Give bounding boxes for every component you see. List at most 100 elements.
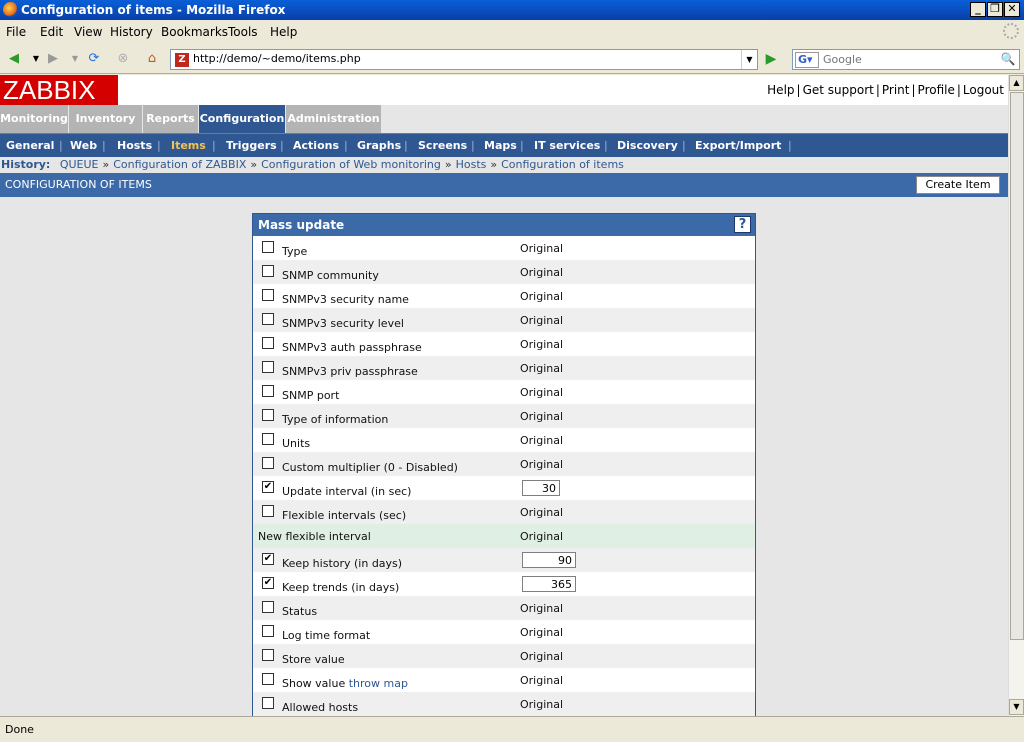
subnav-graphs[interactable]: Graphs	[357, 139, 401, 152]
vertical-scrollbar[interactable]: ▲ ▼	[1008, 75, 1024, 716]
row-checkbox[interactable]: ✔	[262, 481, 274, 493]
scroll-down-icon[interactable]: ▼	[1009, 699, 1024, 715]
row-label-text: Keep trends (in days)	[282, 581, 400, 594]
help-icon[interactable]: ?	[734, 216, 751, 233]
search-input[interactable]	[823, 53, 973, 66]
row-label: Status	[282, 605, 317, 618]
row-checkbox[interactable]	[262, 625, 274, 637]
subnav-items[interactable]: Items	[171, 139, 206, 152]
row-checkbox[interactable]	[262, 337, 274, 349]
row-checkbox[interactable]	[262, 313, 274, 325]
search-engine-icon[interactable]: G▾	[795, 52, 819, 68]
subnav-general[interactable]: General	[6, 139, 54, 152]
close-button[interactable]: ✕	[1004, 2, 1020, 17]
row-checkbox[interactable]	[262, 649, 274, 661]
row-value-input[interactable]	[522, 552, 576, 568]
menu-file[interactable]: File	[6, 25, 26, 39]
row-checkbox[interactable]	[262, 601, 274, 613]
subnav-triggers[interactable]: Triggers	[226, 139, 277, 152]
tab-administration[interactable]: Administration	[286, 105, 382, 133]
stop-icon[interactable]: ⊗	[114, 50, 132, 68]
row-label: SNMP port	[282, 389, 339, 402]
history-config-zabbix[interactable]: Configuration of ZABBIX	[113, 158, 246, 171]
address-bar[interactable]: Z ▼	[170, 49, 758, 70]
subnav-actions[interactable]: Actions	[293, 139, 339, 152]
row-checkbox[interactable]	[262, 289, 274, 301]
menu-view[interactable]: View	[74, 25, 102, 39]
menu-history[interactable]: History	[110, 25, 153, 39]
row-checkbox[interactable]	[262, 697, 274, 709]
row-label-text: Store value	[282, 653, 345, 666]
form-row: SNMPv3 security name Original	[253, 284, 755, 308]
subnav-web[interactable]: Web	[70, 139, 97, 152]
tab-reports[interactable]: Reports	[143, 105, 199, 133]
logout-link[interactable]: Logout	[963, 83, 1004, 97]
throw-map-link[interactable]: throw map	[349, 677, 408, 690]
subnav-hosts[interactable]: Hosts	[117, 139, 152, 152]
window-title-bar: Configuration of items - Mozilla Firefox…	[0, 0, 1024, 20]
row-checkbox[interactable]: ✔	[262, 577, 274, 589]
history-config-web[interactable]: Configuration of Web monitoring	[261, 158, 441, 171]
row-checkbox[interactable]	[262, 361, 274, 373]
maximize-button[interactable]: ❐	[987, 2, 1003, 17]
profile-link[interactable]: Profile	[918, 83, 955, 97]
subnav-export-import[interactable]: Export/Import	[695, 139, 781, 152]
row-checkbox[interactable]: ✔	[262, 553, 274, 565]
row-checkbox[interactable]	[262, 265, 274, 277]
row-value-input[interactable]	[522, 480, 560, 496]
menu-bookmarks[interactable]: Bookmarks	[161, 25, 228, 39]
back-dropdown-icon[interactable]: ▼	[27, 50, 45, 68]
row-label-text: Units	[282, 437, 311, 450]
subnav-discovery[interactable]: Discovery	[617, 139, 678, 152]
reload-icon[interactable]: ⟳	[85, 50, 103, 68]
forward-dropdown-icon[interactable]: ▼	[66, 50, 84, 68]
search-bar[interactable]: G▾ 🔍	[792, 49, 1020, 70]
subnav-it-services[interactable]: IT services	[534, 139, 600, 152]
row-checkbox[interactable]	[262, 385, 274, 397]
get-support-link[interactable]: Get support	[803, 83, 874, 97]
form-row: ✔ Keep trends (in days)	[253, 572, 755, 596]
back-icon[interactable]: ◀	[5, 50, 23, 68]
tab-configuration[interactable]: Configuration	[199, 105, 286, 133]
history-hosts[interactable]: Hosts	[456, 158, 487, 171]
url-input[interactable]	[193, 52, 733, 65]
row-checkbox[interactable]	[262, 457, 274, 469]
tab-inventory[interactable]: Inventory	[69, 105, 143, 133]
row-checkbox[interactable]	[262, 673, 274, 685]
row-value-input[interactable]	[522, 576, 576, 592]
subnav-maps[interactable]: Maps	[484, 139, 517, 152]
top-links: Help | Get support | Print | Profile | Logout	[767, 83, 1004, 97]
row-checkbox[interactable]	[262, 505, 274, 517]
row-label-text: SNMPv3 priv passphrase	[282, 365, 418, 378]
scroll-thumb[interactable]	[1010, 92, 1024, 640]
menu-edit[interactable]: Edit	[40, 25, 63, 39]
minimize-button[interactable]: _	[970, 2, 986, 17]
home-icon[interactable]: ⌂	[143, 50, 161, 68]
print-link[interactable]: Print	[882, 83, 910, 97]
search-icon[interactable]: 🔍	[1000, 52, 1016, 68]
row-checkbox[interactable]	[262, 409, 274, 421]
row-label-text: SNMPv3 security name	[282, 293, 409, 306]
row-label-text: Update interval (in sec)	[282, 485, 412, 498]
help-link[interactable]: Help	[767, 83, 794, 97]
row-value: Original	[520, 674, 564, 687]
subnav-screens[interactable]: Screens	[418, 139, 467, 152]
scroll-up-icon[interactable]: ▲	[1009, 75, 1024, 91]
form-row: Store value Original	[253, 644, 755, 668]
row-checkbox[interactable]	[262, 433, 274, 445]
menu-tools[interactable]: Tools	[228, 25, 258, 39]
row-value: Original	[520, 602, 564, 615]
history-queue[interactable]: QUEUE	[60, 158, 99, 171]
history-config-items[interactable]: Configuration of items	[501, 158, 624, 171]
form-row: SNMPv3 priv passphrase Original	[253, 356, 755, 380]
row-checkbox[interactable]	[262, 241, 274, 253]
row-label-text: SNMPv3 auth passphrase	[282, 341, 422, 354]
forward-icon[interactable]: ▶	[44, 50, 62, 68]
menu-help[interactable]: Help	[270, 25, 297, 39]
create-item-button[interactable]: Create Item	[916, 176, 1000, 194]
row-value: Original	[520, 458, 564, 471]
go-icon[interactable]: ▶	[762, 50, 780, 68]
form-title: Mass update	[258, 218, 345, 232]
url-dropdown-icon[interactable]: ▼	[741, 50, 757, 69]
tab-monitoring[interactable]: Monitoring	[0, 105, 69, 133]
